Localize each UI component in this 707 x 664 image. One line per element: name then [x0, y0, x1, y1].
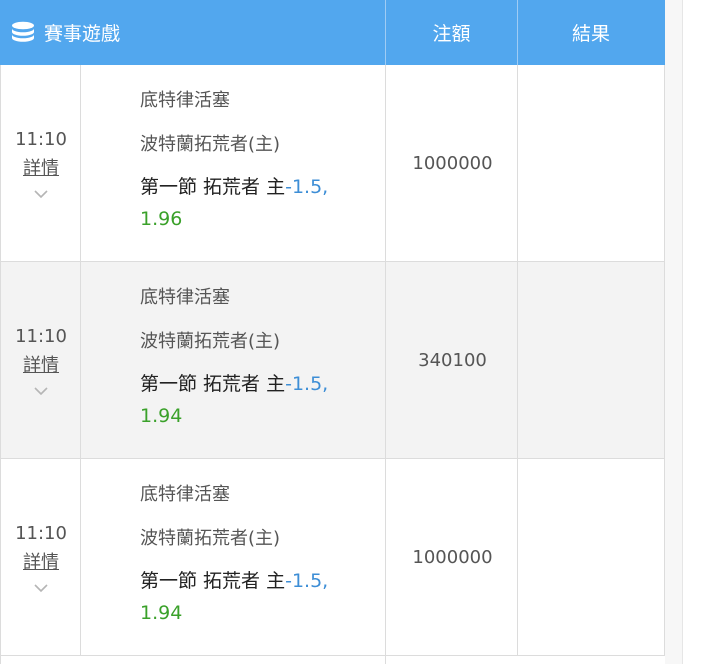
details-link[interactable]: 詳情	[23, 549, 59, 577]
table-row: 11:10 詳情 底特律活塞 波特蘭拓荒者(主) 第一節 拓荒者 主-1.5, …	[0, 459, 665, 656]
bet-history-page: 賽事遊戲 注額 結果 11:10 詳情 底特律活塞 波特蘭拓荒者(主) 第一節 …	[0, 0, 707, 664]
time-cell: 11:10 詳情	[1, 459, 81, 655]
header-result-cell: 結果	[518, 0, 664, 65]
handicap-value: -1.5,	[285, 176, 329, 198]
bet-selection: 第一節 拓荒者 主-1.5, 1.94	[140, 368, 380, 432]
match-time: 11:10	[15, 523, 67, 544]
match-info-cell: 底特律活塞 波特蘭拓荒者(主) 第一節 拓荒者 主-1.5, 1.96	[140, 87, 380, 235]
header-result-label: 結果	[571, 23, 610, 45]
database-icon	[12, 21, 34, 42]
header-amount-label: 注額	[432, 23, 471, 45]
home-team: 波特蘭拓荒者(主)	[140, 331, 281, 352]
match-info-cell: 底特律活塞 波特蘭拓荒者(主) 第一節 拓荒者 主-1.5, 1.94	[140, 481, 380, 629]
away-team: 底特律活塞	[140, 90, 230, 111]
bet-amount: 1000000	[412, 546, 493, 568]
details-link[interactable]: 詳情	[23, 352, 59, 380]
header-game-label: 賽事遊戲	[44, 23, 121, 45]
chevron-down-icon[interactable]	[33, 581, 49, 595]
match-time: 11:10	[15, 129, 67, 150]
bet-amount: 1000000	[412, 152, 493, 174]
time-cell: 11:10 詳情	[1, 262, 81, 458]
chevron-down-icon[interactable]	[33, 384, 49, 398]
bet-selection: 第一節 拓荒者 主-1.5, 1.94	[140, 565, 380, 629]
column-divider	[385, 65, 386, 261]
away-team: 底特律活塞	[140, 287, 230, 308]
bet-description: 第一節 拓荒者 主	[140, 176, 286, 198]
odds-value: 1.94	[140, 405, 183, 427]
chevron-down-icon[interactable]	[33, 187, 49, 201]
right-scroll-gutter	[665, 0, 682, 664]
next-row-partial	[0, 656, 665, 664]
odds-value: 1.96	[140, 208, 183, 230]
match-info-cell: 底特律活塞 波特蘭拓荒者(主) 第一節 拓荒者 主-1.5, 1.94	[140, 284, 380, 432]
odds-value: 1.94	[140, 602, 183, 624]
table-row: 11:10 詳情 底特律活塞 波特蘭拓荒者(主) 第一節 拓荒者 主-1.5, …	[0, 65, 665, 262]
bet-description: 第一節 拓荒者 主	[140, 570, 286, 592]
home-team: 波特蘭拓荒者(主)	[140, 134, 281, 155]
column-divider	[385, 459, 386, 655]
home-team: 波特蘭拓荒者(主)	[140, 528, 281, 549]
right-edge-divider	[682, 0, 683, 664]
bet-table: 賽事遊戲 注額 結果 11:10 詳情 底特律活塞 波特蘭拓荒者(主) 第一節 …	[0, 0, 665, 656]
column-divider	[385, 262, 386, 458]
handicap-value: -1.5,	[285, 373, 329, 395]
table-header: 賽事遊戲 注額 結果	[0, 0, 665, 65]
time-cell: 11:10 詳情	[1, 65, 81, 261]
header-game-cell: 賽事遊戲	[0, 0, 385, 65]
bet-selection: 第一節 拓荒者 主-1.5, 1.96	[140, 171, 380, 235]
match-time: 11:10	[15, 326, 67, 347]
away-team: 底特律活塞	[140, 484, 230, 505]
bet-amount: 340100	[418, 349, 487, 371]
header-amount-cell: 注額	[386, 0, 517, 65]
handicap-value: -1.5,	[285, 570, 329, 592]
details-link[interactable]: 詳情	[23, 155, 59, 183]
column-divider	[385, 656, 386, 664]
table-row: 11:10 詳情 底特律活塞 波特蘭拓荒者(主) 第一節 拓荒者 主-1.5, …	[0, 262, 665, 459]
bet-description: 第一節 拓荒者 主	[140, 373, 286, 395]
